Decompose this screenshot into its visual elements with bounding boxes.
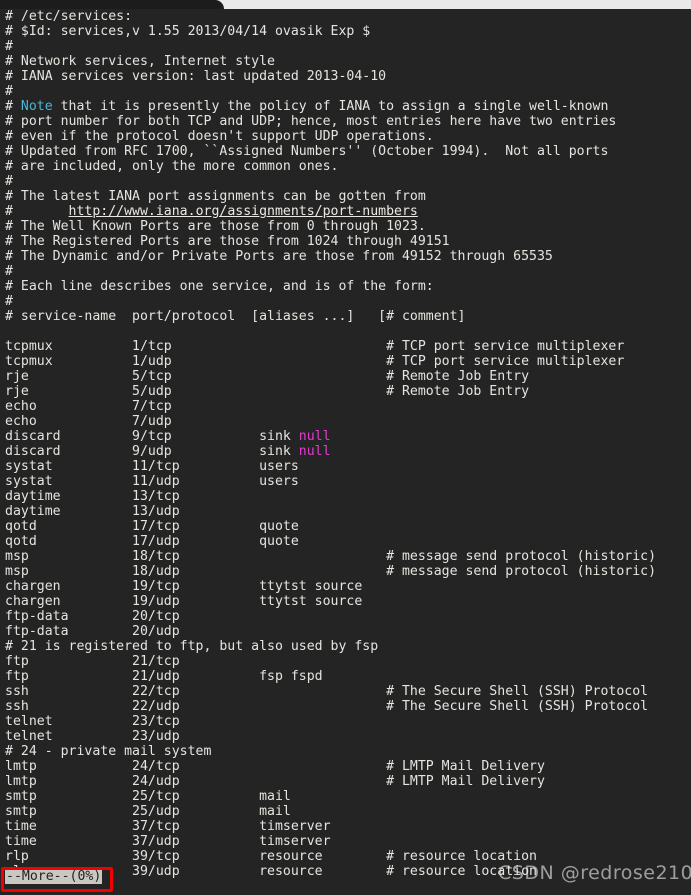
terminal-line: # xyxy=(5,39,13,54)
terminal-line: rlp 39/udp resource # resource location xyxy=(5,864,537,879)
terminal-line: # Updated from RFC 1700, ``Assigned Numb… xyxy=(5,144,609,159)
terminal-line: # xyxy=(5,174,13,189)
terminal-line: rlp 39/tcp resource # resource location xyxy=(5,849,537,864)
terminal-line: daytime 13/tcp xyxy=(5,489,180,504)
terminal-line: # even if the protocol doesn't support U… xyxy=(5,129,434,144)
plain-text: that it is presently the policy of IANA … xyxy=(52,99,609,114)
terminal-line: chargen 19/tcp ttytst source xyxy=(5,579,363,594)
window-tab[interactable] xyxy=(0,0,224,9)
terminal-line: # xyxy=(5,84,13,99)
terminal-line: telnet 23/udp xyxy=(5,729,180,744)
terminal-line: # IANA services version: last updated 20… xyxy=(5,69,387,84)
keyword-text: Note xyxy=(20,99,53,114)
terminal-line: time 37/udp timserver xyxy=(5,834,331,849)
url-text[interactable]: http://www.iana.org/assignments/port-num… xyxy=(69,204,418,219)
terminal-line: ftp 21/udp fsp fspd xyxy=(5,669,323,684)
terminal-line: # The Well Known Ports are those from 0 … xyxy=(5,219,426,234)
window-chrome-strip xyxy=(0,0,691,9)
terminal-line: systat 11/tcp users xyxy=(5,459,299,474)
terminal-line: lmtp 24/udp # LMTP Mail Delivery xyxy=(5,774,545,789)
pager-status-line: --More--(0%) xyxy=(5,868,103,885)
terminal-screen[interactable]: # /etc/services: # $Id: services,v 1.55 2… xyxy=(0,9,691,895)
terminal-line: # The Dynamic and/or Private Ports are t… xyxy=(5,249,553,264)
terminal-line: systat 11/udp users xyxy=(5,474,299,489)
terminal-line: ssh 22/udp # The Secure Shell (SSH) Prot… xyxy=(5,699,649,714)
terminal-line: # service-name port/protocol [aliases ..… xyxy=(5,309,466,324)
terminal-line: discard 9/tcp sink null xyxy=(0,429,691,444)
pager-more-indicator: --More--(0%) xyxy=(5,869,103,884)
terminal-line: ftp-data 20/udp xyxy=(5,624,180,639)
plain-text: discard 9/udp sink xyxy=(5,444,299,459)
terminal-line: tcpmux 1/tcp # TCP port service multiple… xyxy=(5,339,625,354)
terminal-line: echo 7/udp xyxy=(5,414,172,429)
terminal-line: # /etc/services: xyxy=(5,9,133,24)
terminal-line: qotd 17/tcp quote xyxy=(5,519,299,534)
terminal-line: # 24 - private mail system xyxy=(5,744,212,759)
terminal-line: msp 18/udp # message send protocol (hist… xyxy=(5,564,657,579)
alias-text: null xyxy=(298,444,331,459)
terminal-line: ssh 22/tcp # The Secure Shell (SSH) Prot… xyxy=(5,684,649,699)
terminal-line: # Each line describes one service, and i… xyxy=(5,279,434,294)
terminal-line: daytime 13/udp xyxy=(5,504,180,519)
terminal-line: ftp 21/tcp xyxy=(5,654,180,669)
plain-text: # xyxy=(5,204,69,219)
alias-text: null xyxy=(298,429,331,444)
terminal-line: # The latest IANA port assignments can b… xyxy=(5,189,426,204)
terminal-line: # port number for both TCP and UDP; henc… xyxy=(5,114,617,129)
plain-text: discard 9/tcp sink xyxy=(5,429,299,444)
terminal-line: # $Id: services,v 1.55 2013/04/14 ovasik… xyxy=(5,24,371,39)
plain-text: # xyxy=(5,99,21,114)
terminal-line: smtp 25/tcp mail xyxy=(5,789,291,804)
terminal-line: tcpmux 1/udp # TCP port service multiple… xyxy=(5,354,625,369)
terminal-line: time 37/tcp timserver xyxy=(5,819,331,834)
terminal-line: telnet 23/tcp xyxy=(5,714,180,729)
terminal-line: rje 5/udp # Remote Job Entry xyxy=(5,384,530,399)
terminal-line: # are included, only the more common one… xyxy=(5,159,339,174)
terminal-line: msp 18/tcp # message send protocol (hist… xyxy=(5,549,657,564)
terminal-window: # /etc/services: # $Id: services,v 1.55 2… xyxy=(0,0,691,895)
terminal-line: # http://www.iana.org/assignments/port-n… xyxy=(0,204,691,219)
terminal-line: smtp 25/udp mail xyxy=(5,804,291,819)
terminal-line: echo 7/tcp xyxy=(5,399,172,414)
terminal-line: # The Registered Ports are those from 10… xyxy=(5,234,450,249)
terminal-line: # xyxy=(5,294,13,309)
terminal-line: # xyxy=(5,264,13,279)
terminal-line: # 21 is registered to ftp, but also used… xyxy=(5,639,379,654)
terminal-line: # Network services, Internet style xyxy=(5,54,275,69)
terminal-line: chargen 19/udp ttytst source xyxy=(5,594,363,609)
terminal-line: discard 9/udp sink null xyxy=(0,444,691,459)
terminal-line: # Note that it is presently the policy o… xyxy=(0,99,691,114)
terminal-line: rje 5/tcp # Remote Job Entry xyxy=(5,369,530,384)
terminal-line: lmtp 24/tcp # LMTP Mail Delivery xyxy=(5,759,545,774)
terminal-line: ftp-data 20/tcp xyxy=(5,609,180,624)
terminal-line: qotd 17/udp quote xyxy=(5,534,299,549)
